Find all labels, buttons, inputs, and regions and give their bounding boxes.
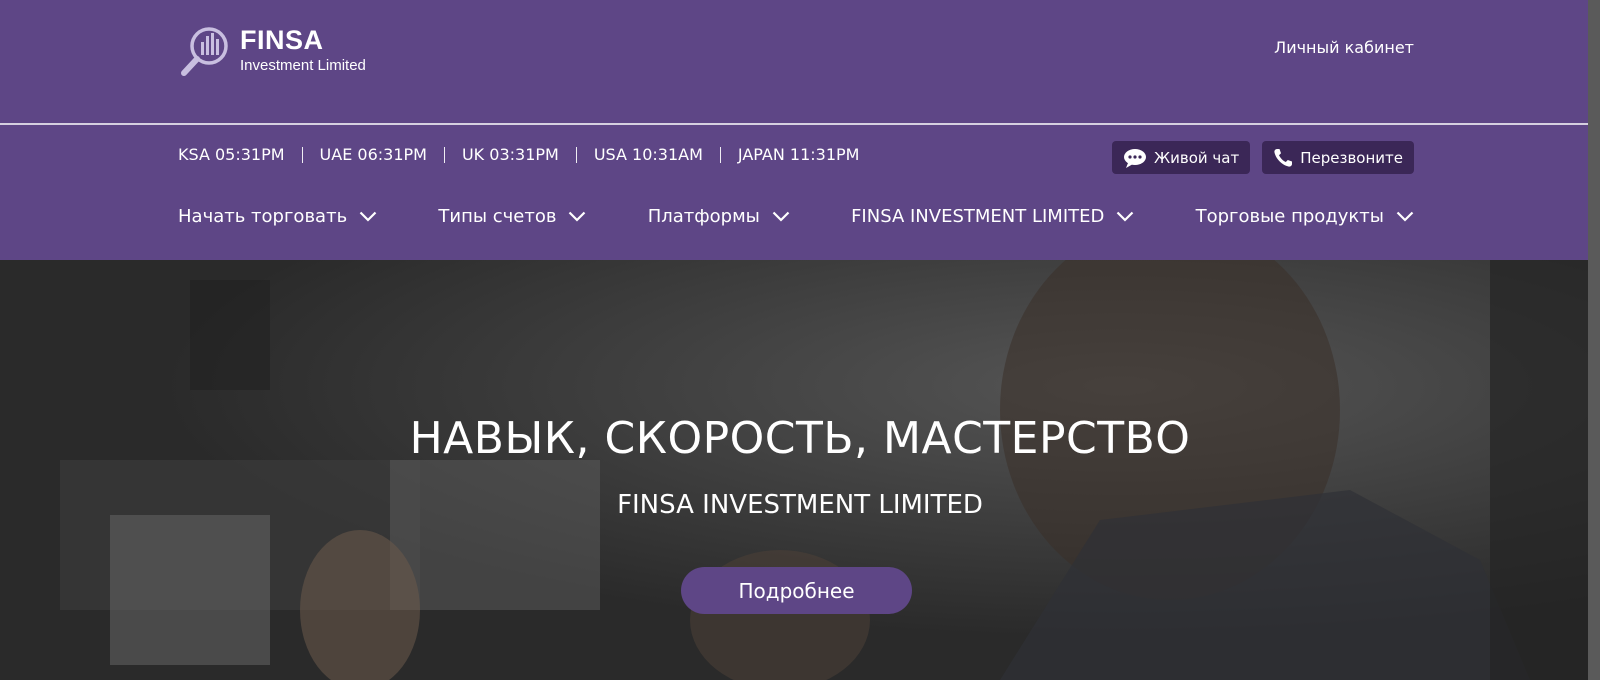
header-actions: Живой чат Перезвоните (1111, 141, 1414, 174)
chat-bubble-icon (1123, 148, 1146, 168)
hero-banner: НАВЫК, СКОРОСТЬ, МАСТЕРСТВО FINSA INVEST… (0, 260, 1600, 680)
clock-usa: USA 10:31AM (593, 145, 703, 164)
nav-account-types[interactable]: Типы счетов (438, 206, 586, 227)
logo-title: FINSA (240, 25, 324, 55)
nav-label: Платформы (647, 206, 760, 227)
clock-separator (719, 146, 721, 163)
chevron-down-icon (359, 211, 377, 222)
clock-uk: UK 03:31PM (461, 145, 559, 164)
clock-uae: UAE 06:31PM (319, 145, 427, 164)
magnifier-chart-icon (181, 27, 228, 76)
nav-company[interactable]: FINSA INVESTMENT LIMITED (851, 206, 1134, 227)
clock-separator (443, 146, 445, 163)
nav-platforms[interactable]: Платформы (648, 206, 790, 227)
chevron-down-icon (772, 211, 790, 222)
hero-content: НАВЫК, СКОРОСТЬ, МАСТЕРСТВО FINSA INVEST… (0, 260, 1600, 680)
live-chat-label: Живой чат (1153, 148, 1240, 167)
nav-label: Начать торговать (178, 206, 348, 227)
nav-label: FINSA INVESTMENT LIMITED (851, 206, 1105, 227)
nav-trading-products[interactable]: Торговые продукты (1196, 206, 1414, 227)
main-nav: Начать торговать Типы счетов Платформы F… (178, 206, 1414, 227)
nav-label: Типы счетов (438, 206, 557, 227)
clock-separator (301, 146, 303, 163)
site-header: FINSA Investment Limited Личный кабинет … (0, 0, 1600, 260)
logo-tagline: Investment Limited (240, 57, 366, 74)
nav-label: Торговые продукты (1195, 206, 1384, 227)
world-clocks: KSA 05:31PM UAE 06:31PM UK 03:31PM USA 1… (178, 145, 859, 164)
callback-label: Перезвоните (1300, 148, 1403, 167)
learn-more-button[interactable]: Подробнее (681, 567, 912, 614)
phone-icon (1274, 148, 1293, 167)
clock-separator (575, 146, 577, 163)
logo[interactable]: FINSA Investment Limited (178, 22, 366, 78)
nav-start-trading[interactable]: Начать торговать (178, 206, 377, 227)
account-link[interactable]: Личный кабинет (1274, 38, 1414, 57)
chevron-down-icon (1117, 211, 1134, 222)
clock-japan: JAPAN 11:31PM (737, 145, 860, 164)
chevron-down-icon (569, 211, 586, 222)
page-scrollbar[interactable] (1588, 0, 1600, 680)
live-chat-button[interactable]: Живой чат (1111, 141, 1251, 174)
header-divider (0, 123, 1600, 125)
chevron-down-icon (1396, 211, 1414, 222)
clock-ksa: KSA 05:31PM (178, 145, 285, 164)
hero-title: НАВЫК, СКОРОСТЬ, МАСТЕРСТВО (409, 413, 1191, 464)
hero-subtitle: FINSA INVESTMENT LIMITED (617, 490, 983, 520)
callback-button[interactable]: Перезвоните (1262, 141, 1414, 174)
